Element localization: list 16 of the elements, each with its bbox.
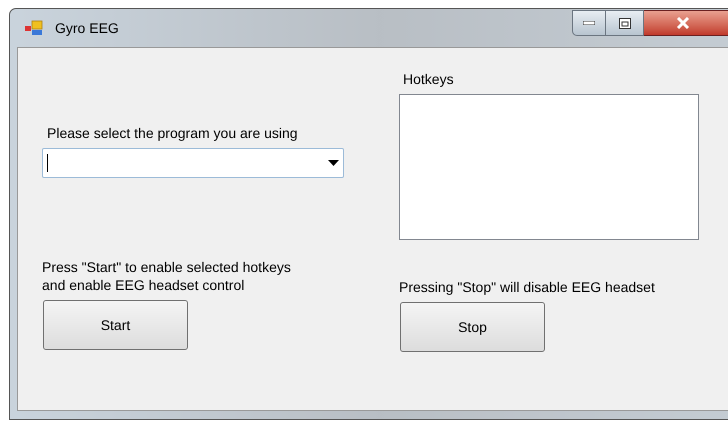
minimize-button[interactable]	[572, 10, 606, 36]
stop-button[interactable]: Stop	[400, 302, 545, 352]
maximize-icon	[618, 18, 630, 28]
window-title: Gyro EEG	[55, 18, 119, 38]
hotkeys-list[interactable]	[399, 94, 699, 240]
close-icon	[676, 17, 690, 29]
stop-description: Pressing "Stop" will disable EEG headset	[399, 278, 656, 296]
start-button[interactable]: Start	[43, 300, 188, 350]
maximize-button[interactable]	[606, 10, 644, 36]
close-button[interactable]	[644, 10, 728, 36]
minimize-icon	[583, 21, 595, 25]
start-description: Press "Start" to enable selected hotkeys and enable EEG headset control	[42, 258, 292, 294]
dropdown-arrow-icon	[328, 160, 339, 166]
hotkeys-label: Hotkeys	[403, 70, 455, 88]
program-label: Please select the program you are using	[47, 124, 299, 142]
app-icon	[25, 20, 43, 36]
